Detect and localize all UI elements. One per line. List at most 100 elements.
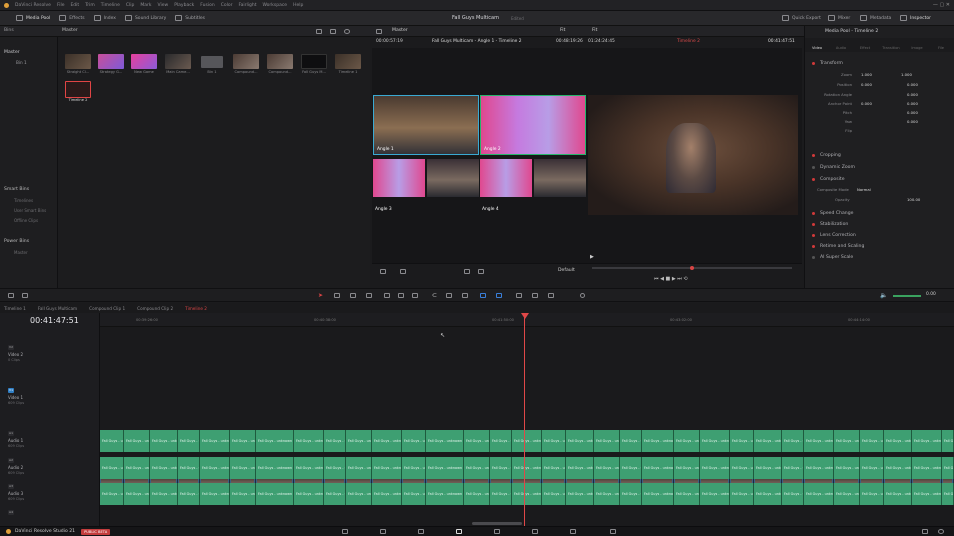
page-fusion-icon[interactable] xyxy=(456,529,462,536)
menu-trim[interactable]: Trim xyxy=(85,3,95,8)
tab-timeline-2[interactable]: Timeline 2 xyxy=(185,306,207,311)
audio-clip[interactable]: Fall Guys - unknown xyxy=(512,457,542,479)
audio-clip[interactable]: Fall Guys - unknown xyxy=(346,430,372,452)
audio-clip[interactable]: Fall Guys - unknown xyxy=(150,430,178,452)
track-a3[interactable]: A3 Audio 3 609 Clips xyxy=(0,483,100,501)
multicam-preview[interactable] xyxy=(534,159,586,197)
param-anchor-x[interactable]: 0.000 xyxy=(861,101,872,106)
clip-thumbnail[interactable] xyxy=(98,54,124,69)
audio-clip[interactable]: Fall Guys - unknown xyxy=(294,430,324,452)
speaker-icon[interactable]: 🔈 xyxy=(880,292,887,299)
audio-clip[interactable]: Fall Guys - unknown xyxy=(324,483,346,505)
audio-clip[interactable]: Fall Guys - unknown xyxy=(230,457,256,479)
param-position-y[interactable]: 0.000 xyxy=(907,82,918,87)
transport-controls[interactable]: ⏮ ◀ ■ ▶ ⏭ ⟲ xyxy=(654,276,688,282)
audio-clip[interactable]: Fall Guys - unknown xyxy=(512,483,542,505)
clip-thumbnail[interactable] xyxy=(233,54,259,69)
smart-bins-header[interactable]: Smart Bins xyxy=(4,187,29,192)
audio-clip[interactable]: Fall Guys - unknown xyxy=(324,457,346,479)
horizontal-scrollbar[interactable] xyxy=(472,522,522,525)
menu-timeline[interactable]: Timeline xyxy=(101,3,120,8)
audio-clip[interactable]: Fall Guys - unknown xyxy=(566,457,594,479)
audio-clip[interactable]: Fall Guys - unknown xyxy=(100,430,124,452)
audio-clip[interactable]: Fall Guys - unknown xyxy=(782,430,804,452)
tab-compound-clip-2[interactable]: Compound Clip 2 xyxy=(137,306,173,311)
playhead[interactable] xyxy=(524,313,525,526)
effects-toggle[interactable]: Effects xyxy=(59,15,85,21)
audio-clip[interactable]: Fall Guys - unknown xyxy=(490,430,512,452)
sync-icon[interactable] xyxy=(464,269,470,276)
dynamic-trim-icon[interactable] xyxy=(350,293,356,300)
audio-clip[interactable]: Fall Guys - unknown xyxy=(594,430,620,452)
audio-clip[interactable]: Fall Guys - unknown xyxy=(230,430,256,452)
menu-app[interactable]: DaVinci Resolve xyxy=(15,3,51,8)
audio-clip[interactable]: Fall Guys - unknown xyxy=(178,430,200,452)
audio-clip[interactable]: Fall Guys - unknown xyxy=(674,457,700,479)
menu-fairlight[interactable]: Fairlight xyxy=(238,3,256,8)
track-a1[interactable]: A1 Audio 1 609 Clips xyxy=(0,430,100,448)
audio-clip[interactable]: Fall Guys - unknown xyxy=(426,483,464,505)
menu-view[interactable]: View xyxy=(158,3,169,8)
metadata-toggle[interactable]: Metadata xyxy=(860,15,891,21)
viewer-layout-icon[interactable] xyxy=(376,29,382,36)
marker-icon[interactable] xyxy=(496,293,502,300)
page-fairlight-icon[interactable] xyxy=(532,529,538,536)
composite-mode-dropdown[interactable]: Normal xyxy=(857,187,871,192)
selection-tool-icon[interactable]: ➤ xyxy=(318,292,323,299)
viewer-timeline-dropdown[interactable]: Timeline 2 xyxy=(677,39,700,44)
opacity-value[interactable]: 100.00 xyxy=(907,197,920,202)
bin-1[interactable]: Bin 1 xyxy=(16,60,27,65)
audio-clip[interactable]: Fall Guys - unknown xyxy=(620,430,642,452)
menu-playback[interactable]: Playback xyxy=(174,3,194,8)
zoom-left-dropdown[interactable]: Fit xyxy=(560,28,565,33)
trim-tool-icon[interactable] xyxy=(334,293,340,300)
audio-clip[interactable]: Fall Guys - unknown xyxy=(256,430,294,452)
tab-file[interactable]: File xyxy=(929,38,953,52)
menu-edit[interactable]: Edit xyxy=(70,3,79,8)
grid-icon[interactable] xyxy=(400,269,406,276)
audio-clip[interactable]: Fall Guys - unknown xyxy=(754,483,782,505)
audio-clip[interactable]: Fall Guys - unknown xyxy=(674,430,700,452)
audio-clip[interactable]: Fall Guys - unknown xyxy=(294,457,324,479)
audio-clip[interactable]: Fall Guys - unknown xyxy=(566,483,594,505)
param-pitch-value[interactable]: 0.000 xyxy=(907,110,918,115)
page-edit-icon[interactable] xyxy=(418,529,424,536)
audio-clip[interactable]: Fall Guys - unknown xyxy=(942,457,954,479)
clip-thumbnail[interactable] xyxy=(65,54,91,69)
audio-clip[interactable]: Fall Guys - unknown xyxy=(512,430,542,452)
smart-bin-timelines[interactable]: Timelines xyxy=(14,198,33,203)
power-bins-header[interactable]: Power Bins xyxy=(4,239,29,244)
audio-clip[interactable]: Fall Guys - unknown xyxy=(150,457,178,479)
viewer-mode-dropdown[interactable]: Default xyxy=(558,268,575,273)
tab-effect[interactable]: Effect xyxy=(853,38,877,52)
param-anchor-y[interactable]: 0.000 xyxy=(907,101,918,106)
sort-icon[interactable] xyxy=(330,29,336,36)
section-transform[interactable]: Transform xyxy=(809,58,951,68)
audio-clip[interactable]: Fall Guys - unknown xyxy=(426,457,464,479)
audio-clip[interactable]: Fall Guys - unknown xyxy=(324,430,346,452)
audio-clip[interactable]: Fall Guys - unknown xyxy=(490,483,512,505)
section-ai-super-scale[interactable]: AI Super Scale xyxy=(809,252,951,262)
page-media-icon[interactable] xyxy=(342,529,348,536)
audio-clip[interactable]: Fall Guys - unknown xyxy=(782,457,804,479)
section-cropping[interactable]: Cropping xyxy=(809,150,951,160)
audio-clip[interactable]: Fall Guys - unknown xyxy=(884,430,912,452)
audio-clip[interactable]: Fall Guys - unknown xyxy=(782,483,804,505)
multicam-angle-1[interactable]: Angle 1 xyxy=(373,95,479,155)
audio-clip[interactable]: Fall Guys - unknown xyxy=(594,483,620,505)
smart-bin-offline[interactable]: Offline Clips xyxy=(14,218,38,223)
audio-clip[interactable]: Fall Guys - unknown xyxy=(594,457,620,479)
clip-thumbnail[interactable] xyxy=(165,54,191,69)
audio-clip[interactable]: Fall Guys - unknown xyxy=(372,430,402,452)
settings-icon[interactable] xyxy=(938,529,944,536)
section-stabilization[interactable]: Stabilization xyxy=(809,219,951,229)
audio-clip[interactable]: Fall Guys - unknown xyxy=(542,483,566,505)
replace-clip-icon[interactable] xyxy=(412,293,418,300)
audio-clip[interactable]: Fall Guys - unknown xyxy=(372,457,402,479)
power-bin-master[interactable]: Master xyxy=(14,250,28,255)
linked-selection-icon[interactable] xyxy=(446,293,452,300)
audio-clip[interactable]: Fall Guys - unknown xyxy=(402,430,426,452)
audio-clip[interactable]: Fall Guys - unknown xyxy=(620,457,642,479)
menu-clip[interactable]: Clip xyxy=(126,3,135,8)
folder-icon[interactable] xyxy=(201,56,223,68)
